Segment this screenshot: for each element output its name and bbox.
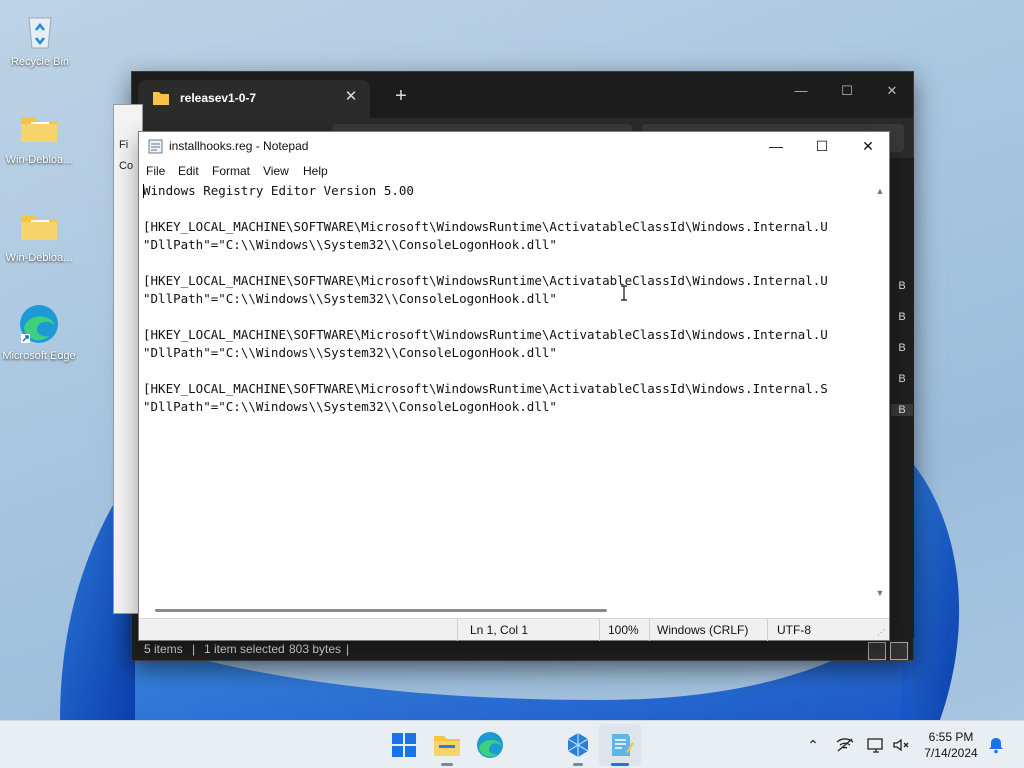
desktop-icon-label: Microsoft Edge <box>2 350 76 362</box>
close-button[interactable]: ✕ <box>845 132 891 160</box>
text-editor[interactable]: Windows Registry Editor Version 5.00 [HK… <box>139 182 873 602</box>
desktop-icon-recycle-bin[interactable]: Recycle Bin <box>2 8 78 69</box>
network-off-icon[interactable] <box>835 735 855 755</box>
running-indicator <box>441 763 453 766</box>
text-line: [HKEY_LOCAL_MACHINE\SOFTWARE\Microsoft\W… <box>143 381 828 396</box>
chevron-up-icon[interactable]: ⌃ <box>803 735 823 755</box>
explorer-status-bar: 5 items | 1 item selected 803 bytes | <box>132 638 913 660</box>
folder-icon <box>21 216 57 240</box>
menu-fragment: Co <box>119 160 134 172</box>
file-explorer-icon[interactable] <box>431 729 463 761</box>
active-indicator <box>611 763 629 766</box>
menu-bar: File Edit Format View Help <box>139 160 889 182</box>
explorer-tab-bar: releasev1-0-7 ✕ + — ☐ ✕ <box>132 72 913 118</box>
text-line: [HKEY_LOCAL_MACHINE\SOFTWARE\Microsoft\W… <box>143 327 828 342</box>
explorer-tab[interactable]: releasev1-0-7 ✕ <box>138 80 370 118</box>
horizontal-scroll-thumb[interactable] <box>155 609 607 612</box>
desktop-icon-label: Win-Debloa... <box>5 154 73 166</box>
horizontal-scrollbar[interactable] <box>139 602 873 618</box>
text-caret <box>143 184 144 198</box>
menu-file[interactable]: File <box>146 164 165 178</box>
size-unit-label: B <box>898 342 906 354</box>
selection-size: 803 bytes <box>289 642 342 656</box>
clock-time: 6:55 PM <box>928 730 974 744</box>
tiles-view-icon[interactable] <box>890 642 908 660</box>
text-line: "DllPath"="C:\\Windows\\System32\\Consol… <box>143 237 557 252</box>
folder-icon <box>153 92 169 105</box>
status-divider: | <box>192 642 196 656</box>
sandbox-app-icon[interactable] <box>562 729 594 761</box>
explorer-tab-label: releasev1-0-7 <box>180 91 257 105</box>
text-line: "DllPath"="C:\\Windows\\System32\\Consol… <box>143 399 557 414</box>
close-tab-icon[interactable]: ✕ <box>342 88 360 106</box>
status-divider <box>457 619 458 641</box>
desktop-icon-label: Win-Debloa... <box>5 252 73 264</box>
scroll-down-icon[interactable]: ▼ <box>875 588 885 598</box>
line-ending: Windows (CRLF) <box>657 623 749 637</box>
menu-help[interactable]: Help <box>303 164 328 178</box>
maximize-button[interactable]: ☐ <box>799 132 845 160</box>
display-icon[interactable] <box>866 735 886 755</box>
new-tab-button[interactable]: + <box>390 85 412 107</box>
desktop-icon-win-debloat-1[interactable]: Win-Debloa... <box>1 106 77 167</box>
size-unit-label: B <box>898 280 906 292</box>
encoding: UTF-8 <box>777 623 811 637</box>
item-count: 5 items <box>144 642 183 656</box>
size-unit-label: B <box>898 311 906 323</box>
status-divider <box>767 619 768 641</box>
start-icon[interactable] <box>388 729 420 761</box>
volume-muted-icon[interactable] <box>891 735 911 755</box>
menu-view[interactable]: View <box>263 164 289 178</box>
scroll-up-icon[interactable]: ▲ <box>875 186 885 196</box>
desktop-icon-win-debloat-2[interactable]: Win-Debloa... <box>1 204 77 265</box>
explorer-close-button[interactable]: ✕ <box>869 78 915 104</box>
explorer-maximize-button[interactable]: ☐ <box>824 78 870 104</box>
notepad-icon <box>148 139 163 154</box>
vertical-scrollbar[interactable]: ▲ ▼ <box>872 182 889 602</box>
selection-count: 1 item selected <box>204 642 285 656</box>
taskbar: ⌃ 6:55 PM 7/14/2024 <box>0 720 1024 768</box>
size-unit-label: B <box>891 404 913 416</box>
cursor-position: Ln 1, Col 1 <box>470 623 529 637</box>
desktop-icon-label: Recycle Bin <box>10 56 70 68</box>
notepad-icon[interactable] <box>604 729 636 761</box>
clock[interactable]: 6:55 PM 7/14/2024 <box>916 729 986 761</box>
notepad-status-bar: Ln 1, Col 1 100% Windows (CRLF) UTF-8 ⋰ <box>139 618 889 641</box>
recycle-bin-icon <box>28 17 52 49</box>
resize-grip-icon[interactable]: ⋰ <box>877 628 887 638</box>
desktop-icon-microsoft-edge[interactable]: Microsoft Edge <box>1 302 77 363</box>
running-indicator <box>573 763 583 766</box>
explorer-details-column <box>892 158 914 638</box>
text-line: Windows Registry Editor Version 5.00 <box>143 183 414 198</box>
minimize-button[interactable]: — <box>753 132 799 160</box>
notepad-window[interactable]: installhooks.reg - Notepad — ☐ ✕ File Ed… <box>138 131 890 641</box>
edge-icon <box>20 305 58 343</box>
clock-date: 7/14/2024 <box>924 746 978 760</box>
text-line: "DllPath"="C:\\Windows\\System32\\Consol… <box>143 291 557 306</box>
folder-icon <box>21 118 57 142</box>
status-divider <box>649 619 650 641</box>
bell-icon[interactable] <box>986 735 1006 755</box>
menu-format[interactable]: Format <box>212 164 250 178</box>
text-cursor-icon <box>621 285 627 301</box>
text-line: [HKEY_LOCAL_MACHINE\SOFTWARE\Microsoft\W… <box>143 273 828 288</box>
window-title: installhooks.reg - Notepad <box>169 139 309 153</box>
details-view-icon[interactable] <box>868 642 886 660</box>
status-divider <box>599 619 600 641</box>
menu-edit[interactable]: Edit <box>178 164 199 178</box>
menu-fragment: Fi <box>119 139 129 151</box>
zoom-level: 100% <box>608 623 639 637</box>
notepad-title-bar[interactable]: installhooks.reg - Notepad — ☐ ✕ <box>139 132 889 160</box>
text-line: "DllPath"="C:\\Windows\\System32\\Consol… <box>143 345 557 360</box>
status-divider: | <box>346 642 350 656</box>
text-line: [HKEY_LOCAL_MACHINE\SOFTWARE\Microsoft\W… <box>143 219 828 234</box>
explorer-minimize-button[interactable]: — <box>778 78 824 104</box>
edge-icon[interactable] <box>474 729 506 761</box>
size-unit-label: B <box>898 373 906 385</box>
